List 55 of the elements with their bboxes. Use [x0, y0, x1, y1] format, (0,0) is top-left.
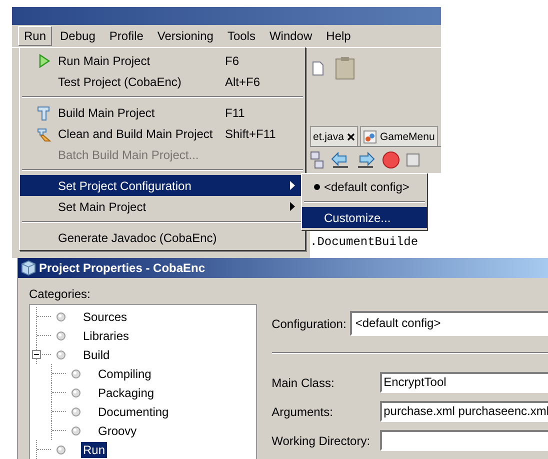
document-icon [312, 60, 324, 76]
menu-item[interactable]: Customize... [302, 207, 427, 228]
editor-tab[interactable]: GameMenu [360, 126, 438, 146]
menu-item[interactable]: Test Project (CobaEnc) Alt+F6 [20, 71, 305, 92]
input-field[interactable]: EncryptTool [380, 372, 548, 393]
menu-item[interactable]: <default config> [302, 176, 427, 197]
record-icon [382, 151, 400, 169]
bullet-icon [71, 388, 81, 398]
field-label: Arguments: [272, 404, 334, 418]
category-item[interactable]: Groovy [96, 422, 139, 438]
code-line: .DocumentBuilde [310, 235, 420, 249]
bullet-icon [56, 350, 66, 360]
editor-tab[interactable]: et.java [310, 126, 358, 146]
diagram-icon [310, 151, 324, 169]
menu-item[interactable]: Generate Javadoc (CobaEnc) [20, 227, 305, 248]
forward-arrow-icon [356, 151, 376, 169]
bullet-icon [56, 444, 66, 454]
menu-item[interactable]: Window [263, 26, 318, 46]
input-field[interactable]: purchase.xml purchaseenc.xml [380, 401, 548, 422]
menu-item[interactable]: Build Main Project F11 [20, 102, 305, 123]
close-icon[interactable] [346, 132, 355, 140]
clipboard-icon [334, 56, 356, 80]
category-item[interactable]: Run [81, 442, 108, 458]
play-icon [38, 54, 50, 68]
category-item[interactable]: Libraries [81, 328, 132, 344]
menu-item[interactable]: Profile [103, 26, 150, 46]
stop-icon [406, 153, 420, 167]
menu-item[interactable]: Versioning [151, 26, 220, 46]
menu-item[interactable]: Help [320, 26, 357, 46]
back-arrow-icon [330, 151, 350, 169]
bullet-icon [71, 426, 81, 436]
bullet-icon [56, 312, 66, 322]
bullet-icon [71, 368, 81, 378]
categories-label: Categories: [29, 287, 92, 303]
category-item[interactable]: Documenting [96, 404, 171, 420]
field-label: Working Directory: [272, 434, 372, 448]
bullet-icon [71, 406, 81, 416]
menu-item[interactable]: Clean and Build Main Project Shift+F11 [20, 123, 305, 144]
menu-item[interactable]: Run Main Project F6 [20, 50, 305, 71]
input-field[interactable] [380, 430, 548, 451]
dialog-title: Project Properties - CobaEnc [39, 261, 206, 275]
bullet-icon [56, 330, 66, 340]
category-item[interactable]: Sources [81, 308, 130, 324]
field-label: Configuration: [272, 316, 346, 330]
configuration-dropdown[interactable]: <default config> [350, 311, 548, 336]
menu-item[interactable]: Run [18, 26, 52, 46]
menu-item[interactable]: Debug [54, 26, 102, 46]
menu-item[interactable]: Set Main Project [20, 196, 305, 217]
category-item[interactable]: Compiling [96, 366, 154, 382]
field-label: Main Class: [272, 376, 336, 390]
menu-item[interactable]: Tools [221, 26, 262, 46]
cube-icon [21, 260, 36, 276]
form-icon [362, 130, 377, 144]
category-item[interactable]: Build [81, 346, 112, 362]
category-item[interactable]: Packaging [96, 384, 156, 400]
